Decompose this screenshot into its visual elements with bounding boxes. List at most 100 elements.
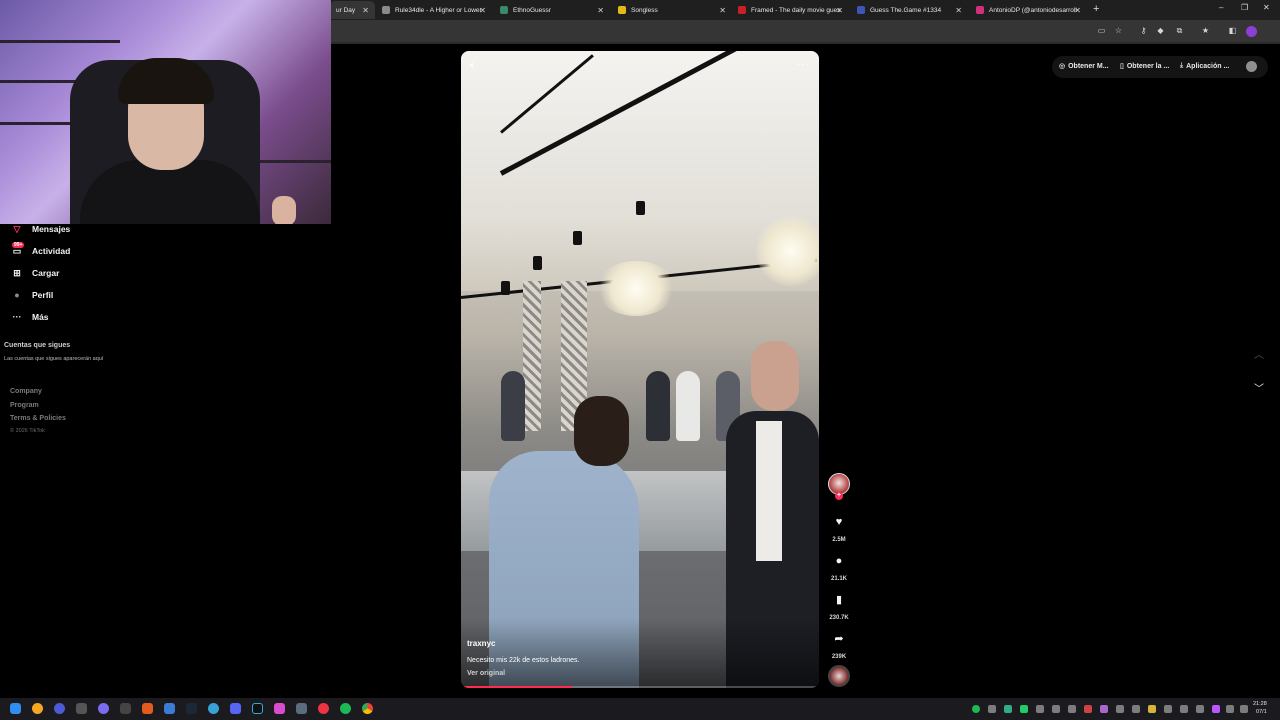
footer-link-program[interactable]: Program — [10, 402, 39, 409]
chrome-icon[interactable] — [362, 703, 373, 714]
like-count: 2.5M — [832, 537, 846, 543]
tiktok-icon[interactable] — [252, 703, 263, 714]
user-avatar[interactable] — [1246, 61, 1257, 72]
extensions-puzzle-icon[interactable]: ⧉ — [1175, 26, 1184, 35]
tray-icon[interactable] — [1196, 705, 1204, 713]
close-icon[interactable]: ✕ — [836, 6, 843, 15]
steam-icon[interactable] — [186, 703, 197, 714]
app-icon[interactable] — [120, 703, 131, 714]
new-tab-button[interactable]: + — [1093, 3, 1099, 15]
promo-chip-desktop-app[interactable]: ⤓ Aplicación ... — [1180, 62, 1229, 70]
app-icon[interactable] — [318, 703, 329, 714]
spotify-icon[interactable] — [340, 703, 351, 714]
tray-icon[interactable] — [1148, 705, 1156, 713]
sidebar-item-perfil[interactable]: ● Perfil — [11, 289, 53, 301]
tray-icon[interactable] — [1132, 705, 1140, 713]
app-v-icon[interactable] — [54, 703, 65, 714]
tab-guess-the-game[interactable]: Guess The.Game #1334 ✕ — [851, 1, 968, 19]
app-icon[interactable] — [76, 703, 87, 714]
globe-icon — [382, 6, 390, 14]
tray-icon[interactable] — [1004, 705, 1012, 713]
tab-ethnoguessr[interactable]: EthnoGuessr ✕ — [494, 1, 610, 19]
activity-badge: 99+ — [12, 242, 25, 248]
app-icon[interactable] — [208, 703, 219, 714]
follow-plus-icon[interactable]: + — [835, 492, 843, 500]
close-icon[interactable]: ✕ — [1074, 6, 1081, 15]
heart-icon[interactable]: ♥ — [832, 515, 846, 529]
app-icon[interactable] — [142, 703, 153, 714]
close-icon[interactable]: ✕ — [597, 6, 604, 15]
bookmark-star-icon[interactable]: ☆ — [1114, 26, 1123, 35]
shelf — [0, 40, 120, 43]
comment-icon[interactable]: ● — [832, 554, 846, 568]
coin-icon: ◎ — [1059, 63, 1066, 70]
footer-link-terms[interactable]: Terms & Policies — [10, 415, 66, 422]
customer-figure — [676, 371, 700, 441]
tray-icon[interactable] — [1020, 705, 1028, 713]
tray-icon[interactable] — [1180, 705, 1188, 713]
tray-icon[interactable] — [1068, 705, 1076, 713]
app-icon[interactable] — [98, 703, 109, 714]
tray-icon[interactable] — [1084, 705, 1092, 713]
close-window-button[interactable]: ✕ — [1263, 3, 1270, 12]
app-icon[interactable] — [296, 703, 307, 714]
sound-disc[interactable] — [828, 665, 850, 687]
ethnoguessr-icon — [500, 6, 508, 14]
share-icon[interactable]: ➦ — [832, 632, 846, 646]
tab-tiktok-profile[interactable]: AntonioDP (@antoniodesarroll ✕ — [970, 1, 1087, 19]
footer-link-company[interactable]: Company — [10, 388, 42, 395]
tray-icon[interactable] — [1212, 705, 1220, 713]
more-options-icon[interactable]: ··· — [797, 57, 809, 71]
volume-icon[interactable]: 🔈︎ — [470, 60, 476, 71]
network-icon[interactable] — [1226, 705, 1234, 713]
video-progress-bar[interactable] — [461, 686, 819, 688]
tab-rule34dle[interactable]: Rule34dle - A Higher or Lower ✕ — [376, 1, 492, 19]
close-icon[interactable]: ✕ — [719, 6, 726, 15]
tray-icon[interactable] — [1052, 705, 1060, 713]
tray-icon[interactable] — [1116, 705, 1124, 713]
discord-icon[interactable] — [230, 703, 241, 714]
promo-chip-coins[interactable]: ◎ Obtener M... — [1059, 62, 1109, 71]
chevron-up-icon[interactable]: ︿ — [1254, 346, 1264, 361]
favorites-icon[interactable]: ★ — [1201, 26, 1210, 35]
close-icon[interactable]: ✕ — [479, 6, 486, 15]
minimize-button[interactable]: – — [1219, 3, 1223, 12]
chevron-down-icon[interactable]: ﹀ — [1254, 380, 1264, 395]
volume-tray-icon[interactable] — [1240, 705, 1248, 713]
key-icon[interactable]: ⚷ — [1139, 26, 1148, 35]
close-icon[interactable]: ✕ — [362, 6, 369, 15]
tray-icon[interactable] — [1164, 705, 1172, 713]
maximize-button[interactable]: ❐ — [1241, 3, 1248, 12]
chandelier — [596, 261, 676, 316]
clock-date: 07/1 — [1256, 709, 1267, 715]
bookmark-icon[interactable]: ▮ — [832, 593, 846, 607]
instagram-icon — [976, 6, 984, 14]
tray-icon[interactable] — [1100, 705, 1108, 713]
tab-songless[interactable]: Songless ✕ — [612, 1, 732, 19]
more-icon: ··· — [12, 312, 22, 322]
save-count: 230.7K — [829, 615, 849, 621]
tab-framed[interactable]: Framed - The daily movie gues ✕ — [732, 1, 849, 19]
taskbar-clock[interactable]: 21:28 07/1 — [1253, 700, 1267, 716]
following-empty-text: Las cuentas que sigues aparecerán aquí — [4, 356, 104, 362]
tab-active[interactable]: ur Day ✕ — [330, 1, 375, 19]
extension-shield-icon[interactable]: ◆ — [1156, 26, 1165, 35]
app-icon[interactable] — [274, 703, 285, 714]
see-original-link[interactable]: Ver original — [467, 670, 505, 677]
tray-spotify-icon[interactable] — [972, 705, 980, 713]
install-app-icon[interactable]: ▭ — [1097, 26, 1106, 35]
sidebar-item-mas[interactable]: ··· Más — [11, 311, 49, 323]
sidebar-item-cargar[interactable]: ⊞ Cargar — [11, 267, 59, 279]
video-player[interactable]: 🔈︎ ··· traxnyc Necesito mis 22k de estos… — [461, 51, 819, 688]
browser-profile-avatar[interactable] — [1246, 26, 1257, 37]
app-icon[interactable] — [164, 703, 175, 714]
search-icon[interactable] — [32, 703, 43, 714]
promo-chip-app[interactable]: ▯ Obtener la ... — [1120, 62, 1169, 71]
tray-icon[interactable] — [1036, 705, 1044, 713]
sidebar-item-mensajes[interactable]: ▽ Mensajes — [11, 223, 71, 235]
video-username[interactable]: traxnyc — [467, 639, 495, 648]
sidebar-toggle-icon[interactable]: ◧ — [1228, 26, 1237, 35]
close-icon[interactable]: ✕ — [955, 6, 962, 15]
windows-start-icon[interactable] — [10, 703, 21, 714]
tray-icon[interactable] — [988, 705, 996, 713]
